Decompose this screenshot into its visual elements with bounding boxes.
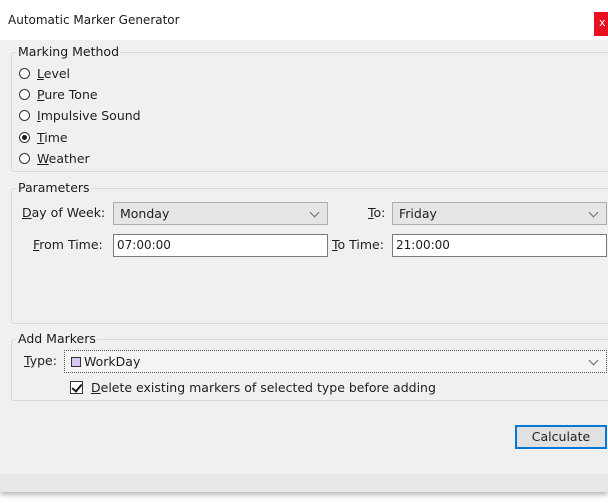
radio-pure-tone-circle[interactable] [19,88,30,100]
to-label: To: [368,205,385,220]
add-markers-legend: Add Markers [16,331,97,346]
close-icon: x [599,16,606,29]
to-day-value: Friday [399,206,437,221]
radio-weather-circle[interactable] [19,152,30,164]
window-footer [0,474,608,492]
type-label: Type: [24,353,57,368]
to-time-input[interactable]: 21:00:00 [392,234,607,257]
radio-weather[interactable]: Weather [19,149,90,167]
day-of-week-text: ay of Week: [31,205,106,220]
to-time-text: o Time: [337,237,384,252]
radio-time-circle[interactable] [19,131,30,143]
window-title: Automatic Marker Generator [8,13,180,27]
day-of-week-value: Monday [120,206,170,221]
day-of-week-mnemonic: D [22,205,32,220]
to-text: o: [373,205,386,220]
radio-level-circle[interactable] [19,67,30,79]
to-time-label: To Time: [332,237,384,252]
radio-time-label: ime [44,129,68,145]
close-button[interactable]: x [594,12,608,36]
title-bar: Automatic Marker Generator x [0,0,608,40]
radio-weather-label: eather [48,150,90,166]
chevron-down-icon [588,207,599,218]
radio-time[interactable]: Time [19,128,68,146]
radio-level-label: evel [43,65,71,81]
from-time-input[interactable]: 07:00:00 [113,234,328,257]
radio-impulsive-sound-circle[interactable] [19,109,30,121]
marker-generator-window: Automatic Marker Generator x Marking Met… [0,0,608,492]
type-text: ype: [29,353,57,368]
day-of-week-select[interactable]: Monday [113,202,328,225]
delete-existing-text: elete existing markers of selected type … [100,380,436,395]
marker-type-select[interactable]: WorkDay [64,350,607,373]
delete-existing-label[interactable]: Delete existing markers of selected type… [91,380,436,395]
from-time-label: From Time: [33,237,103,252]
delete-existing-checkbox[interactable] [70,381,83,394]
radio-level[interactable]: Level [19,64,70,82]
marking-method-legend: Marking Method [16,44,121,59]
marker-color-swatch [71,357,81,367]
to-time-value: 21:00:00 [396,238,450,252]
chevron-down-icon [588,355,599,366]
delete-existing-mnemonic: D [91,380,101,395]
from-time-value: 07:00:00 [117,238,171,252]
from-time-text: rom Time: [39,237,103,252]
radio-weather-mnemonic: W [37,150,49,166]
radio-pure-tone-label: ure Tone [44,86,98,102]
marker-type-value: WorkDay [84,354,141,369]
to-day-select[interactable]: Friday [392,202,607,225]
radio-impulsive-sound[interactable]: Impulsive Sound [19,106,141,124]
parameters-legend: Parameters [16,180,91,195]
day-of-week-label: Day of Week: [22,205,105,220]
chevron-down-icon [309,207,320,218]
radio-pure-tone[interactable]: Pure Tone [19,85,98,103]
radio-level-mnemonic: L [37,65,44,81]
radio-impulsive-sound-label: mpulsive Sound [40,107,141,123]
calculate-button[interactable]: Calculate [515,425,607,449]
